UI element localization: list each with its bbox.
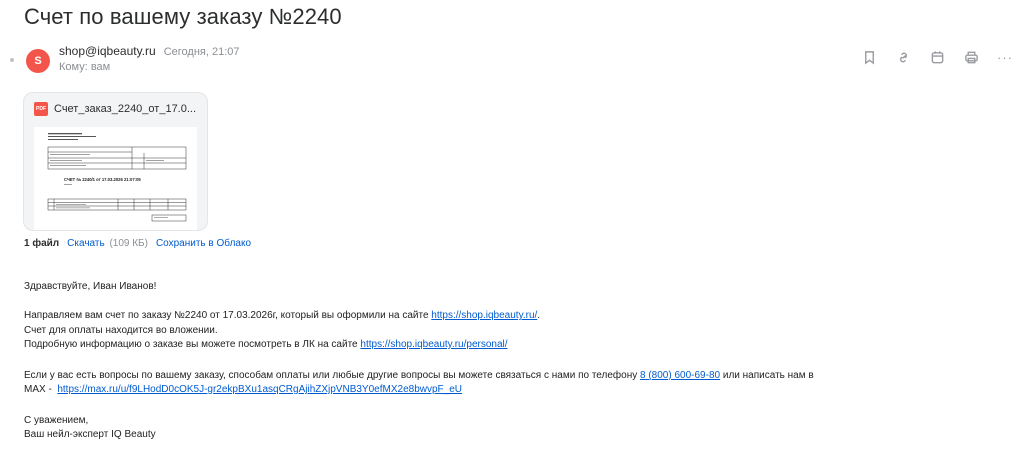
body-paragraph-3: Подробную информацию о заказе вы можете …	[24, 339, 508, 351]
personal-account-link[interactable]: https://shop.iqbeauty.ru/personal/	[360, 339, 507, 350]
bookmark-button[interactable]	[858, 46, 880, 68]
body-text: Подробную информацию о заказе вы можете …	[24, 339, 361, 350]
shop-link[interactable]: https://shop.iqbeauty.ru/	[431, 310, 537, 321]
sender-email[interactable]: shop@iqbeauty.ru	[59, 44, 156, 58]
body-paragraph-1: Направляем вам счет по заказу №2240 от 1…	[24, 310, 540, 322]
unread-indicator[interactable]	[10, 58, 14, 62]
attachment-card[interactable]: PDF Счет_заказ_2240_от_17.0... СЧЕТ № 22…	[23, 92, 208, 231]
attachment-actions: 1 файл Скачать (109 КБ) Сохранить в Облако	[24, 238, 251, 249]
email-date: Сегодня, 21:07	[163, 46, 240, 58]
recipient[interactable]: Кому: вам	[59, 61, 110, 73]
body-text: Направляем вам счет по заказу №2240 от 1…	[24, 310, 432, 321]
save-to-cloud-link[interactable]: Сохранить в Облако	[156, 238, 251, 249]
body-text: MAX -	[24, 384, 58, 395]
attachment-header: PDF Счет_заказ_2240_от_17.0...	[34, 102, 201, 116]
calendar-button[interactable]	[926, 46, 948, 68]
invoice-preview-image: СЧЕТ № 2240/1 от 17.03.2026 21:07:05	[47, 133, 187, 222]
body-paragraph-4: Если у вас есть вопросы по вашему заказу…	[24, 370, 814, 382]
sender-avatar[interactable]: S	[26, 49, 50, 73]
more-button[interactable]: ···	[994, 46, 1016, 68]
body-text: .	[537, 310, 541, 321]
file-size: (109 КБ)	[109, 238, 148, 249]
download-link[interactable]: Скачать	[67, 238, 105, 249]
body-text: Если у вас есть вопросы по вашему заказу…	[24, 370, 641, 381]
attachment-filename: Счет_заказ_2240_от_17.0...	[54, 103, 197, 115]
link-icon	[899, 52, 907, 62]
attachment-preview: СЧЕТ № 2240/1 от 17.03.2026 21:07:05	[34, 127, 197, 230]
print-button[interactable]	[960, 46, 982, 68]
sender-line: shop@iqbeauty.ru Сегодня, 21:07	[59, 44, 239, 58]
bookmark-icon	[864, 50, 874, 65]
preview-title: СЧЕТ № 2240/1 от 17.03.2026 21:07:05	[64, 177, 141, 182]
email-subject: Счет по вашему заказу №2240	[24, 4, 342, 29]
link-button[interactable]	[892, 46, 914, 68]
more-icon: ···	[997, 49, 1013, 65]
body-paragraph-5: MAX - https://max.ru/u/f9LHodD0cOK5J-gr2…	[24, 384, 462, 396]
pdf-icon: PDF	[34, 102, 48, 116]
email-toolbar: ···	[858, 46, 1016, 68]
greeting: Здравствуйте, Иван Иванов!	[24, 281, 157, 292]
file-count: 1 файл	[24, 238, 60, 249]
phone-link[interactable]: 8 (800) 600-69-80	[640, 370, 720, 381]
max-messenger-link[interactable]: https://max.ru/u/f9LHodD0cOK5J-gr2ekpBXu…	[57, 384, 462, 395]
print-icon	[964, 51, 978, 63]
body-text: или написать нам в	[720, 370, 814, 381]
body-paragraph-2: Счет для оплаты находится во вложении.	[24, 325, 218, 336]
signature: Ваш нейл-эксперт IQ Beauty	[24, 429, 156, 440]
calendar-icon	[931, 50, 943, 63]
signoff: С уважением,	[24, 415, 89, 426]
